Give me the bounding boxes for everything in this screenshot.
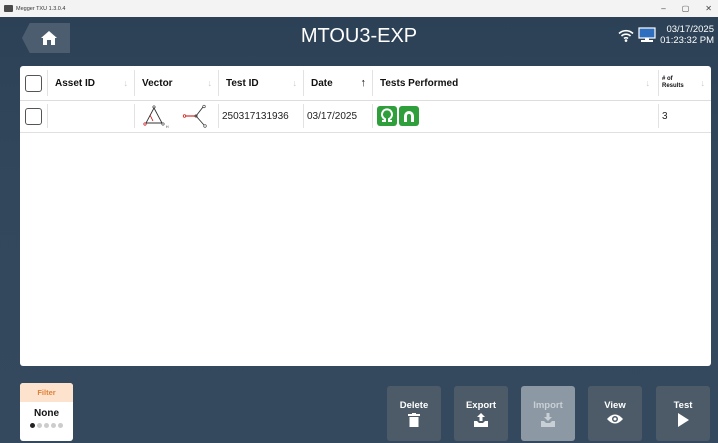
select-all-checkbox[interactable] <box>25 74 42 92</box>
test-label: Test <box>673 400 693 411</box>
col-asset-id[interactable]: Asset ID ↓ <box>47 66 134 100</box>
app-icon <box>4 5 13 12</box>
test-id-cell: 250317131936 <box>218 100 303 132</box>
import-icon <box>541 413 555 427</box>
sort-icon: ↓ <box>645 78 651 88</box>
window-title: Megger TXU 1.3.0.4 <box>16 5 66 12</box>
col-test-id[interactable]: Test ID ↓ <box>218 66 303 100</box>
column-label: Vector <box>142 77 173 89</box>
sort-ascending-icon: ↑ <box>360 77 367 89</box>
app-area: MTOU3-EXP 03/17/2025 01:23:32 PM Asset I… <box>0 17 718 443</box>
sort-icon: ↓ <box>700 78 706 88</box>
page-indicator <box>20 423 73 428</box>
page-dot <box>51 423 56 428</box>
sort-icon: ↓ <box>123 78 129 88</box>
sort-icon: ↓ <box>207 78 213 88</box>
app-header: MTOU3-EXP 03/17/2025 01:23:32 PM <box>0 17 718 59</box>
page-dot <box>58 423 63 428</box>
import-button[interactable]: Import <box>521 386 575 441</box>
wye-vector-icon <box>182 104 207 128</box>
page-title: MTOU3-EXP <box>300 25 418 47</box>
minimize-button[interactable]: – <box>661 4 665 13</box>
maximize-button[interactable]: ▢ <box>682 4 690 13</box>
delta-vector-icon: H <box>143 105 169 129</box>
wifi-icon <box>618 29 634 42</box>
page-dot <box>37 423 42 428</box>
play-icon <box>678 413 689 427</box>
date-value: 03/17/2025 <box>307 110 358 122</box>
col-results[interactable]: # of Results ↓ <box>660 66 711 100</box>
date-cell: 03/17/2025 <box>303 100 372 132</box>
col-vector[interactable]: Vector ↓ <box>134 66 218 100</box>
results-table: Asset ID ↓ Vector ↓ Test ID ↓ Date ↑ Tes… <box>20 66 711 366</box>
select-all-cell <box>20 66 47 100</box>
window-titlebar: Megger TXU 1.3.0.4 – ▢ ✕ <box>0 0 718 17</box>
demagnetization-icon <box>399 106 419 126</box>
date-display: 03/17/2025 <box>666 24 714 35</box>
table-header: Asset ID ↓ Vector ↓ Test ID ↓ Date ↑ Tes… <box>20 66 711 101</box>
eye-icon <box>607 414 623 424</box>
column-label: Date <box>311 77 333 89</box>
export-label: Export <box>465 400 497 411</box>
test-id-value: 250317131936 <box>222 110 289 122</box>
page-dot <box>30 423 35 428</box>
svg-text:H: H <box>166 125 169 129</box>
results-value: 3 <box>662 110 668 122</box>
col-date[interactable]: Date ↑ <box>303 66 372 100</box>
row-select-cell <box>20 100 47 132</box>
export-icon <box>474 413 488 427</box>
time-display: 01:23:32 PM <box>660 35 714 46</box>
test-button[interactable]: Test <box>656 386 710 441</box>
col-tests-performed[interactable]: Tests Performed ↓ <box>372 66 656 100</box>
column-label: Tests Performed <box>380 77 459 89</box>
filter-button[interactable]: Filter None <box>20 383 73 441</box>
import-label: Import <box>533 400 563 411</box>
view-button[interactable]: View <box>588 386 642 441</box>
trash-icon <box>408 413 420 427</box>
column-label: # of Results <box>662 76 684 89</box>
delete-label: Delete <box>399 400 429 411</box>
filter-value: None <box>34 408 59 419</box>
results-cell: 3 <box>660 100 711 132</box>
close-button[interactable]: ✕ <box>705 4 712 13</box>
page-dot <box>44 423 49 428</box>
tests-performed-cell <box>372 100 656 132</box>
sort-icon: ↓ <box>292 78 298 88</box>
computer-icon <box>638 27 656 42</box>
export-button[interactable]: Export <box>454 386 508 441</box>
table-row[interactable]: H 250317131936 03/17/2025 3 <box>20 100 711 133</box>
vector-cell: H <box>134 100 218 132</box>
asset-id-cell <box>47 100 134 132</box>
column-label: Test ID <box>226 77 259 89</box>
winding-resistance-icon <box>377 106 397 126</box>
delete-button[interactable]: Delete <box>387 386 441 441</box>
status-area: 03/17/2025 01:23:32 PM <box>618 24 714 46</box>
filter-label: Filter <box>20 383 73 402</box>
datetime-display: 03/17/2025 01:23:32 PM <box>660 24 714 46</box>
row-checkbox[interactable] <box>25 107 42 125</box>
view-label: View <box>604 400 626 411</box>
column-label: Asset ID <box>55 77 96 89</box>
